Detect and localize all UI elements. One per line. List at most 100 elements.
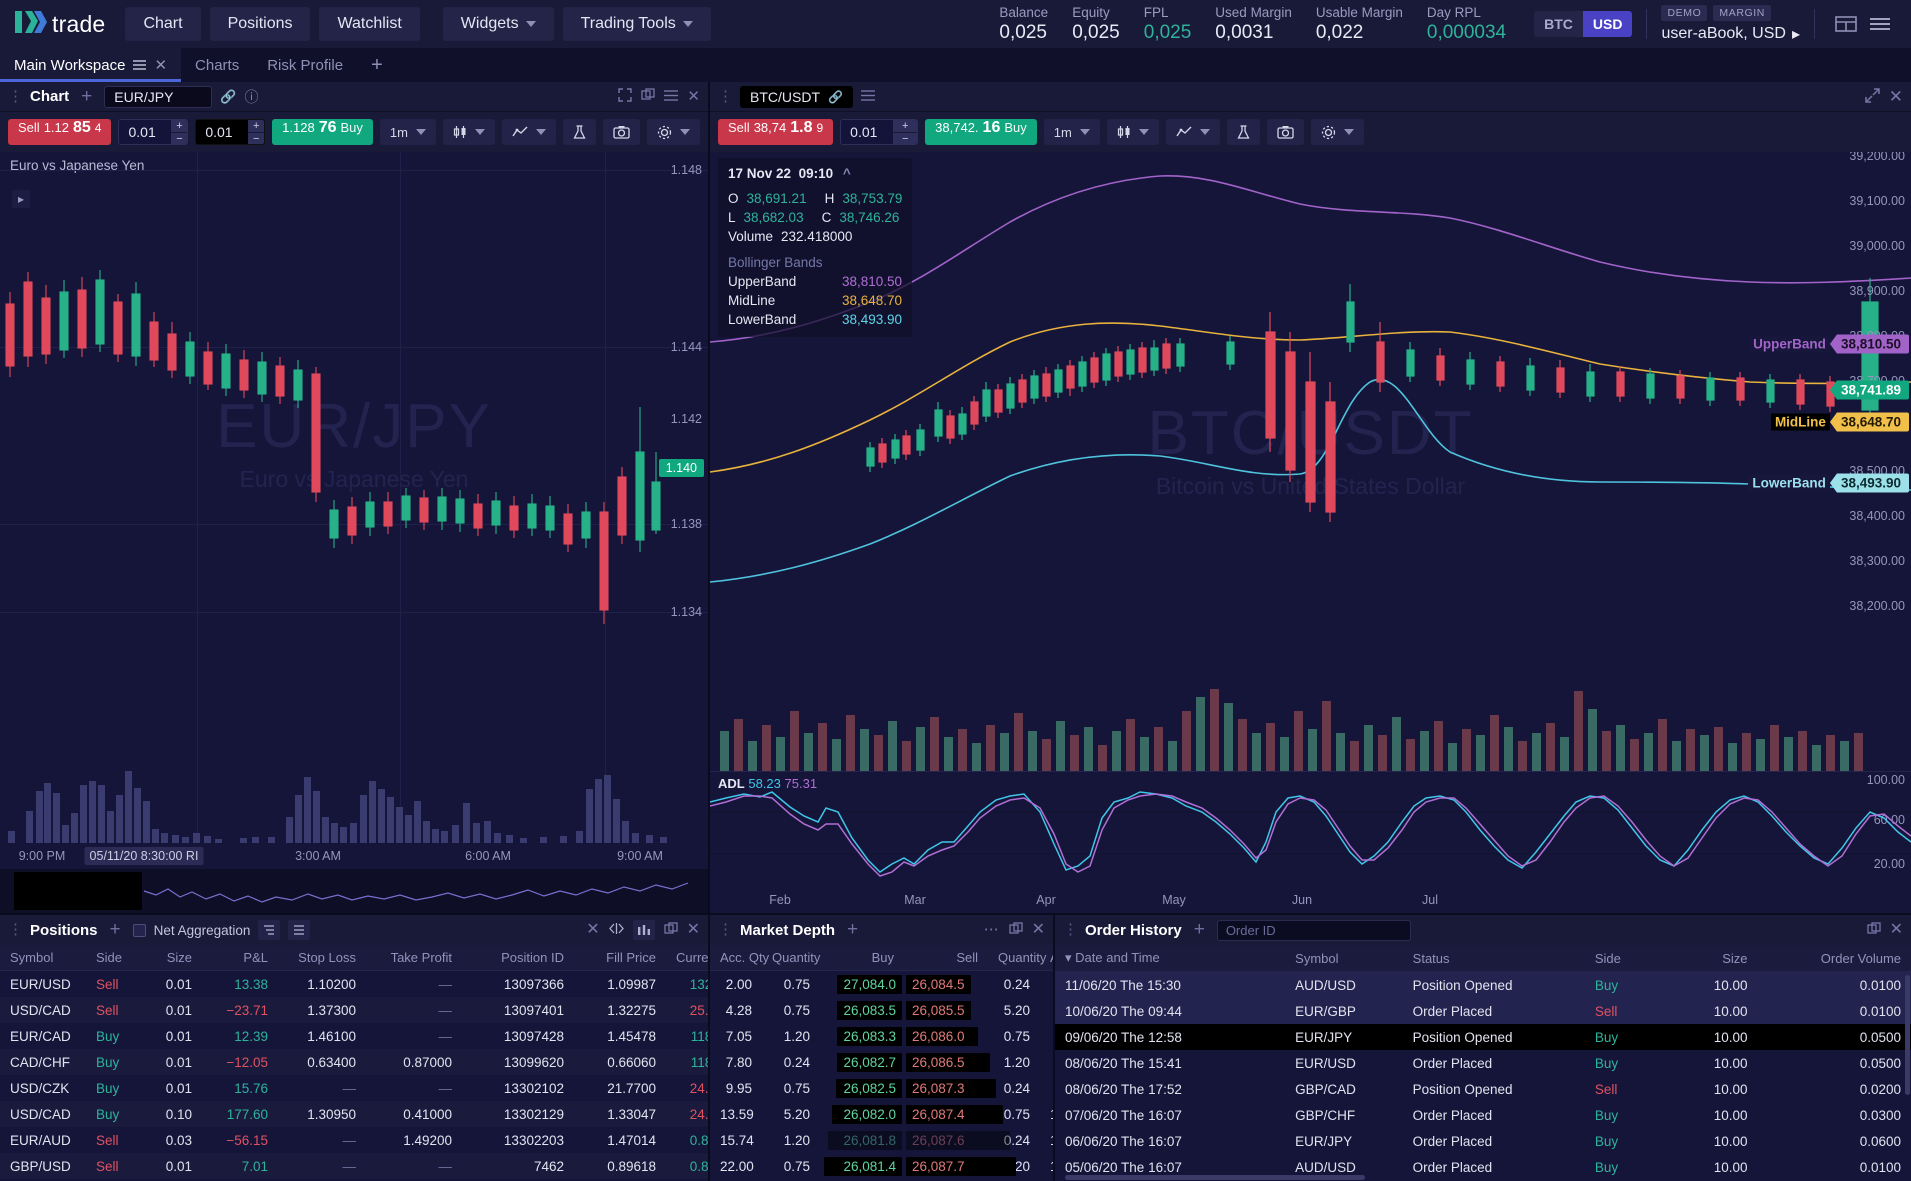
order-history-table-scroll[interactable]: ▾ Date and Time Symbol Status Side Size …	[1055, 945, 1911, 1181]
duplicate-icon[interactable]	[664, 922, 678, 939]
table-row[interactable]: USD/CZKBuy0.0115.76——1330210221.770024.9	[0, 1075, 708, 1101]
add-market-depth-button[interactable]: +	[843, 921, 862, 939]
menu-icon[interactable]	[861, 88, 875, 106]
right-screenshot-button[interactable]	[1267, 119, 1304, 145]
list-view-icon[interactable]	[288, 920, 310, 940]
col-date-time[interactable]: ▾ Date and Time	[1055, 945, 1285, 972]
expand-icon[interactable]	[618, 88, 632, 105]
left-chart-canvas[interactable]: Euro vs Japanese Yen ▸ EUR/JPY Euro vs J…	[0, 152, 708, 843]
workspace-tab-main[interactable]: Main Workspace ✕	[0, 48, 181, 82]
close-all-icon[interactable]: ✕	[586, 923, 599, 937]
col-side[interactable]: Side	[1585, 945, 1667, 972]
order-history-horizontal-scrollbar[interactable]	[1065, 1175, 1365, 1180]
account-name[interactable]: user-aBook, USD ▸	[1661, 24, 1800, 44]
stepper-up[interactable]: +	[171, 120, 187, 133]
duplicate-icon[interactable]	[1867, 922, 1881, 939]
table-row[interactable]: 07/06/20 The 16:07GBP/CHFOrder PlacedBuy…	[1055, 1102, 1911, 1128]
currency-btc[interactable]: BTC	[1534, 11, 1583, 37]
brand-logo[interactable]: trade	[14, 9, 105, 40]
left-quantity-field-2[interactable]: + −	[195, 119, 265, 145]
info-icon[interactable]: ⓘ	[244, 87, 258, 107]
drag-handle-icon[interactable]: ⋮	[1063, 925, 1077, 935]
workspace-tab-charts[interactable]: Charts	[181, 48, 253, 82]
add-chart-button[interactable]: +	[77, 88, 96, 106]
close-icon[interactable]: ✕	[687, 923, 700, 937]
layout-icon[interactable]	[1829, 9, 1863, 39]
right-symbol-input[interactable]: BTC/USDT 🔗	[740, 86, 853, 108]
col-symbol[interactable]: Symbol	[0, 945, 86, 971]
table-row[interactable]: 09/06/20 The 12:58EUR/JPYPosition Opened…	[1055, 1024, 1911, 1050]
table-row[interactable]: GBP/USDSell0.017.01——74620.896180.89	[0, 1153, 708, 1179]
table-row[interactable]: EUR/AUDSell0.03−56.15—1.49200133022031.4…	[0, 1127, 708, 1153]
duplicate-icon[interactable]	[641, 88, 655, 105]
order-history-vertical-scrollbar[interactable]	[1905, 975, 1910, 1095]
currency-usd[interactable]: USD	[1583, 11, 1633, 37]
right-quantity-stepper[interactable]: + −	[893, 120, 917, 144]
col-quantity-left[interactable]: Quantity	[762, 945, 820, 971]
left-buy-button[interactable]: 1.128 76 Buy	[272, 119, 373, 145]
table-row[interactable]: 08/06/20 The 17:52GBP/CADPosition Opened…	[1055, 1076, 1911, 1102]
table-row[interactable]: 2.000.7527,084.026,084.50.242.01	[710, 971, 1053, 998]
col-side[interactable]: Side	[86, 945, 138, 971]
close-icon[interactable]: ✕	[1889, 90, 1903, 104]
col-quantity-right[interactable]: Quantity	[988, 945, 1040, 971]
adl-indicator-pane[interactable]: ADL 58.23 75.31 100.00 60.00 20.00	[710, 771, 1911, 887]
col-symbol[interactable]: Symbol	[1285, 945, 1402, 972]
chevron-up-icon[interactable]: ^	[843, 166, 851, 181]
col-size[interactable]: Size	[138, 945, 202, 971]
col-size[interactable]: Size	[1666, 945, 1757, 972]
nav-watchlist[interactable]: Watchlist	[319, 7, 419, 41]
nav-chart[interactable]: Chart	[125, 7, 200, 41]
col-order-volume[interactable]: Order Volume	[1758, 945, 1911, 972]
expand-icon[interactable]	[1865, 88, 1880, 106]
add-workspace-button[interactable]: +	[357, 48, 397, 82]
left-screenshot-button[interactable]	[603, 119, 640, 145]
left-indicators-dropdown[interactable]	[502, 119, 556, 145]
table-row[interactable]: 4.280.7526,083.526,085.55.204.75	[710, 997, 1053, 1023]
col-current[interactable]: Current	[666, 945, 708, 971]
stepper-up[interactable]: +	[893, 120, 917, 133]
menu-icon[interactable]	[664, 90, 678, 104]
close-icon[interactable]: ✕	[1890, 923, 1903, 937]
table-row[interactable]: 9.950.7526,082.526,087.30.249.95	[710, 1075, 1053, 1101]
table-row[interactable]: 06/06/20 The 16:07EUR/JPYOrder PlacedBuy…	[1055, 1128, 1911, 1154]
left-quantity-stepper-1[interactable]: + −	[171, 120, 187, 144]
col-take-profit[interactable]: Take Profit	[366, 945, 462, 971]
right-chart-canvas[interactable]: 17 Nov 22 09:10 ^ O 38,691.21 H 38,753.7…	[710, 152, 1911, 771]
drag-handle-icon[interactable]: ⋮	[718, 92, 732, 102]
table-row[interactable]: EUR/USDSell0.0113.381.10200—130973661.09…	[0, 971, 708, 998]
table-row[interactable]: CAD/CHFBuy0.01−12.050.634000.87000130996…	[0, 1049, 708, 1075]
stepper-down[interactable]: −	[893, 133, 917, 145]
nav-trading-tools[interactable]: Trading Tools	[563, 7, 711, 41]
more-options-icon[interactable]: ⋯	[984, 923, 1000, 937]
currency-toggle[interactable]: BTC USD	[1534, 11, 1632, 37]
table-row[interactable]: 7.800.2426,082.726,086.51.207.80	[710, 1049, 1053, 1075]
stepper-up[interactable]: +	[248, 120, 264, 133]
col-stop-loss[interactable]: Stop Loss	[278, 945, 366, 971]
account-selector[interactable]: DEMO MARGIN user-aBook, USD ▸	[1661, 5, 1800, 44]
col-pnl[interactable]: P&L	[202, 945, 278, 971]
drag-handle-icon[interactable]: ⋮	[8, 92, 22, 102]
table-row[interactable]: 11/06/20 The 15:30AUD/USDPosition Opened…	[1055, 972, 1911, 999]
close-icon[interactable]: ✕	[154, 56, 167, 74]
col-buy[interactable]: Buy	[820, 945, 904, 971]
table-row[interactable]: 10/06/20 The 09:44EUR/GBPOrder PlacedSel…	[1055, 998, 1911, 1024]
col-acc-qty-left[interactable]: Acc. Qty	[710, 945, 762, 971]
col-position-id[interactable]: Position ID	[462, 945, 574, 971]
left-quantity-input-1[interactable]	[119, 124, 171, 140]
column-settings-icon[interactable]	[258, 920, 280, 940]
right-chart-type-dropdown[interactable]	[1107, 119, 1159, 145]
add-positions-button[interactable]: +	[106, 921, 125, 939]
left-drawing-tools-button[interactable]	[563, 119, 596, 145]
workspace-tab-risk-profile[interactable]: Risk Profile	[253, 48, 357, 82]
positions-table-scroll[interactable]: Symbol Side Size P&L Stop Loss Take Prof…	[0, 945, 708, 1181]
chart-view-icon[interactable]	[633, 920, 655, 940]
right-indicators-dropdown[interactable]	[1166, 119, 1220, 145]
drag-handle-icon[interactable]: ⋮	[718, 925, 732, 935]
close-icon[interactable]: ✕	[1032, 923, 1045, 937]
table-row[interactable]: 7.051.2026,083.326,086.00.756.29	[710, 1023, 1053, 1049]
table-row[interactable]: 15.741.2026,081.826,087.60.2415.74	[710, 1127, 1053, 1153]
right-settings-dropdown[interactable]	[1311, 119, 1364, 145]
left-quantity-field-1[interactable]: + −	[118, 119, 188, 145]
order-id-input[interactable]	[1226, 923, 1402, 938]
